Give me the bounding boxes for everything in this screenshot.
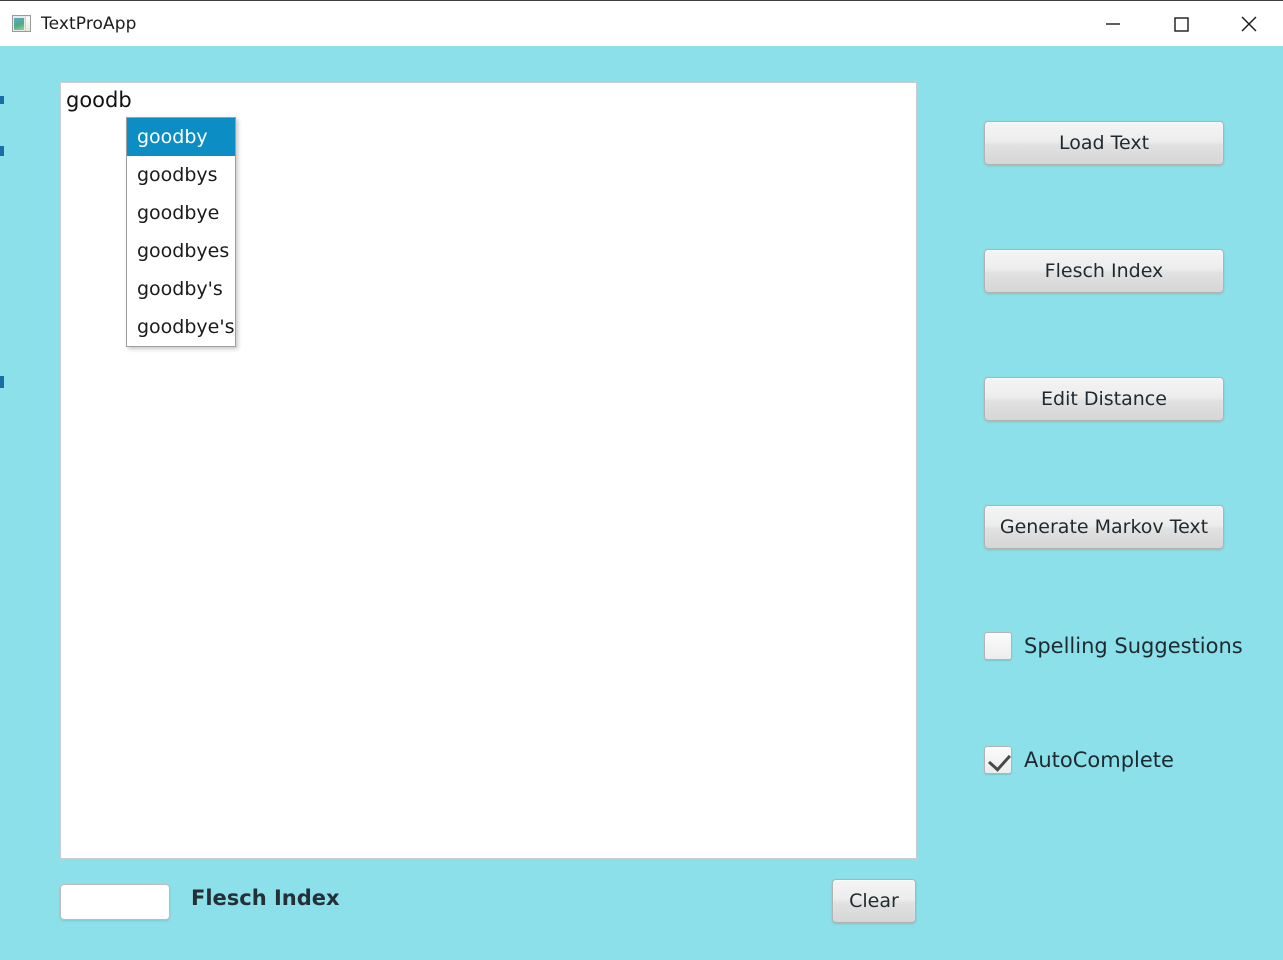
window-controls	[1079, 1, 1283, 46]
minimize-icon	[1106, 22, 1120, 25]
suggestion-item-5[interactable]: goodbye's	[127, 308, 235, 346]
frame-edge-mark	[0, 146, 4, 156]
app-window: TextProApp goodb goodby goodbys goodbye …	[0, 0, 1283, 960]
autocomplete-popup[interactable]: goodby goodbys goodbye goodbyes goodby's…	[126, 117, 236, 347]
frame-edge-mark	[0, 96, 4, 104]
edit-distance-button[interactable]: Edit Distance	[984, 377, 1224, 421]
app-image-icon	[12, 15, 31, 32]
close-button[interactable]	[1215, 1, 1283, 46]
suggestion-item-4[interactable]: goodby's	[127, 270, 235, 308]
autocomplete-checkbox-row[interactable]: AutoComplete	[984, 746, 1174, 774]
title-bar-left[interactable]: TextProApp	[0, 1, 1079, 46]
close-icon	[1241, 16, 1257, 31]
maximize-icon	[1174, 16, 1189, 32]
window-title: TextProApp	[41, 13, 137, 34]
suggestion-item-3[interactable]: goodbyes	[127, 232, 235, 270]
minimize-button[interactable]	[1079, 1, 1147, 46]
spelling-suggestions-label: Spelling Suggestions	[1024, 634, 1243, 658]
suggestion-item-0[interactable]: goodby	[127, 118, 235, 156]
maximize-button[interactable]	[1147, 1, 1215, 46]
suggestion-item-1[interactable]: goodbys	[127, 156, 235, 194]
generate-markov-text-button[interactable]: Generate Markov Text	[984, 505, 1224, 549]
client-area: goodb goodby goodbys goodbye goodbyes go…	[0, 46, 1283, 960]
title-bar: TextProApp	[0, 0, 1283, 46]
spelling-suggestions-checkbox-row[interactable]: Spelling Suggestions	[984, 632, 1243, 660]
flesch-index-button[interactable]: Flesch Index	[984, 249, 1224, 293]
editor-text: goodb	[66, 88, 132, 112]
checkbox-checked-icon[interactable]	[984, 746, 1012, 774]
frame-edge-mark	[0, 376, 4, 388]
checkbox-unchecked-icon[interactable]	[984, 632, 1012, 660]
flesch-index-output-field[interactable]	[60, 884, 170, 920]
clear-button[interactable]: Clear	[832, 879, 916, 923]
autocomplete-label: AutoComplete	[1024, 748, 1174, 772]
suggestion-item-2[interactable]: goodbye	[127, 194, 235, 232]
flesch-index-label: Flesch Index	[191, 886, 340, 910]
load-text-button[interactable]: Load Text	[984, 121, 1224, 165]
